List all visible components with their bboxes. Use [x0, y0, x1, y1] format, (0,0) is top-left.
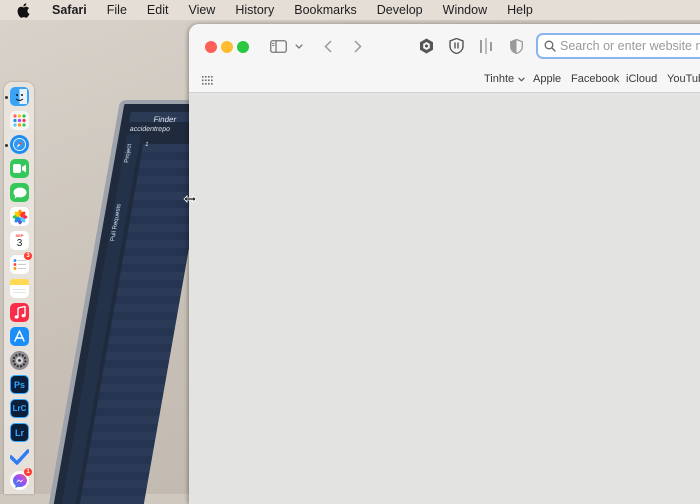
favorites-bar: Tinhte Apple Facebook iCloud YouTube — [189, 68, 700, 93]
photoshop-label: Ps — [13, 379, 25, 390]
safari-icon[interactable] — [10, 135, 29, 154]
laptop-finder-label: Finder — [152, 115, 178, 124]
extension-hexagon-icon[interactable] — [418, 36, 434, 56]
finder-icon[interactable] — [10, 87, 29, 106]
favorites-grid-icon[interactable] — [202, 74, 213, 88]
menu-file[interactable]: File — [97, 0, 137, 20]
system-settings-icon[interactable] — [10, 351, 29, 370]
photos-icon[interactable] — [10, 207, 29, 226]
dock-running-indicator — [5, 96, 8, 99]
page-content-area[interactable] — [189, 93, 700, 504]
menu-window[interactable]: Window — [433, 0, 497, 20]
favorite-facebook[interactable]: Facebook — [571, 73, 619, 85]
menu-safari[interactable]: Safari — [42, 0, 97, 20]
favorite-tinhte-chevron-down-icon — [518, 76, 526, 82]
dock-running-indicator — [5, 144, 8, 147]
back-chevron-left-icon[interactable] — [321, 36, 335, 56]
lightroom-label: Lr — [15, 427, 24, 438]
laptop-sidebar-prs: Pull Requests — [110, 204, 123, 242]
address-input[interactable] — [560, 39, 700, 53]
menu-help[interactable]: Help — [497, 0, 543, 20]
laptop-folder-text: accidentrepo — [129, 126, 171, 133]
extension-shield-icon[interactable] — [448, 36, 464, 56]
resize-cursor-icon — [183, 193, 197, 207]
music-icon[interactable] — [10, 303, 29, 322]
menu-develop[interactable]: Develop — [367, 0, 433, 20]
sidebar-toggle-icon[interactable] — [269, 36, 287, 56]
laptop-sidebar-project: Project — [123, 144, 134, 163]
lightroom-icon[interactable]: Lr — [10, 423, 29, 442]
lightroom-classic-label: LrC — [12, 404, 27, 413]
todo-checkmark-icon[interactable] — [10, 447, 29, 466]
calendar-icon[interactable]: SEP 3 — [10, 231, 29, 250]
menu-edit[interactable]: Edit — [137, 0, 179, 20]
close-button[interactable] — [205, 41, 217, 53]
lightroom-classic-icon[interactable]: LrC — [10, 399, 29, 418]
menu-history[interactable]: History — [225, 0, 284, 20]
calendar-day: 3 — [16, 237, 23, 249]
messenger-icon[interactable]: 1 — [10, 468, 32, 490]
facetime-icon[interactable] — [10, 159, 29, 178]
zoom-button[interactable] — [237, 41, 249, 53]
laptop-row-number: 1 — [144, 142, 149, 148]
launchpad-icon[interactable] — [10, 111, 29, 130]
safari-toolbar — [189, 24, 700, 68]
address-bar[interactable] — [536, 33, 700, 59]
favorite-apple[interactable]: Apple — [533, 73, 561, 85]
reminders-icon[interactable]: 3 — [10, 252, 32, 274]
menu-view[interactable]: View — [178, 0, 225, 20]
privacy-shield-icon[interactable] — [508, 36, 524, 56]
tab-groups-chevron-down-icon[interactable] — [293, 36, 305, 56]
forward-chevron-right-icon[interactable] — [351, 36, 365, 56]
favorite-icloud[interactable]: iCloud — [626, 73, 657, 85]
extension-bars-icon[interactable] — [478, 36, 494, 56]
menu-bar: Safari File Edit View History Bookmarks … — [0, 0, 700, 20]
photoshop-icon[interactable]: Ps — [10, 375, 29, 394]
search-icon — [544, 40, 556, 52]
favorite-tinhte[interactable]: Tinhte — [484, 73, 526, 85]
minimize-button[interactable] — [221, 41, 233, 53]
favorite-tinhte-label: Tinhte — [484, 73, 515, 85]
apple-logo-icon[interactable] — [14, 2, 32, 18]
notes-icon[interactable] — [10, 279, 29, 298]
dock: SEP 3 3 Ps LrC Lr 1 — [4, 82, 34, 494]
messenger-badge: 1 — [24, 468, 32, 476]
reminders-badge: 3 — [24, 252, 32, 260]
favorite-youtube[interactable]: YouTube — [667, 73, 700, 85]
safari-window: Tinhte Apple Facebook iCloud YouTube — [189, 24, 700, 504]
menu-bookmarks[interactable]: Bookmarks — [284, 0, 367, 20]
app-store-icon[interactable] — [10, 327, 29, 346]
messages-icon[interactable] — [10, 183, 29, 202]
